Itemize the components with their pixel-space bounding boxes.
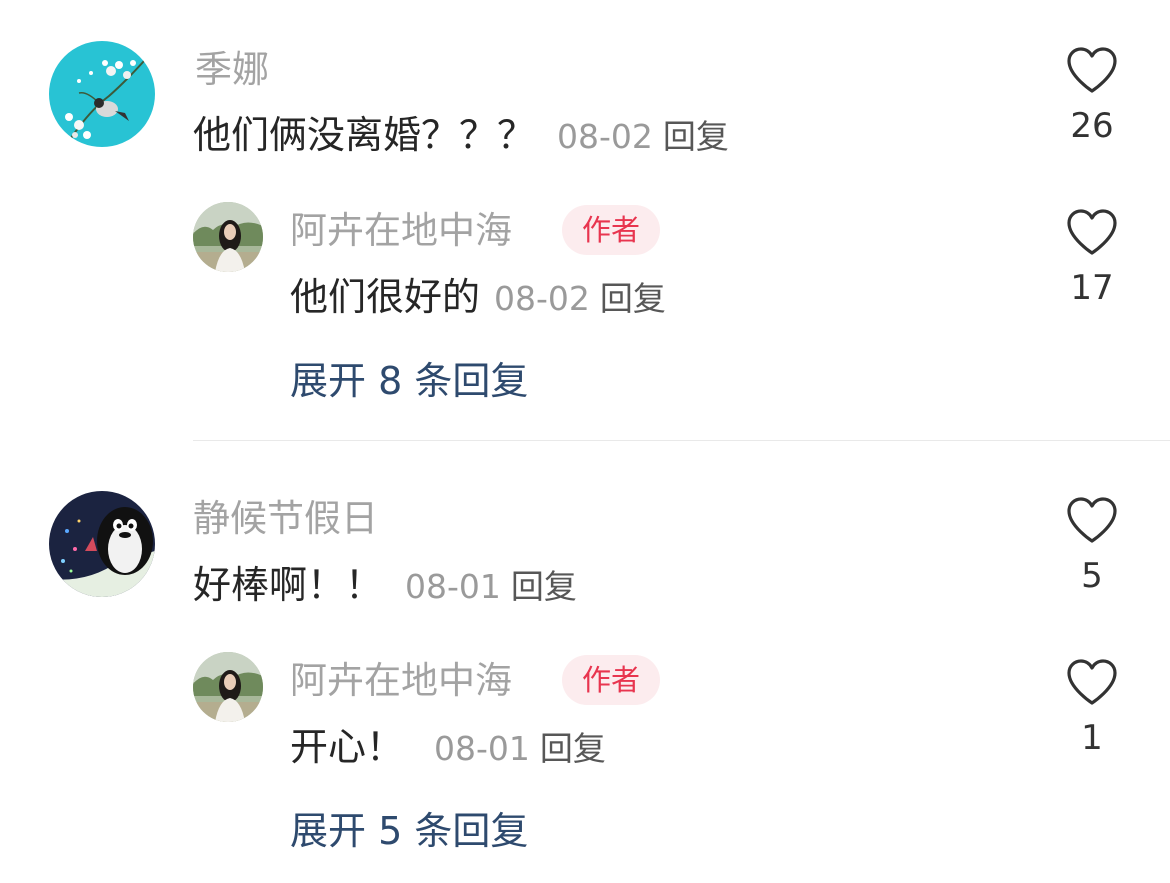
comment-author-name[interactable]: 静候节假日 [193,497,378,541]
reply-button[interactable]: 回复 [511,567,577,606]
user-avatar[interactable] [49,491,155,597]
like-button[interactable]: 1 [1052,658,1132,758]
woman-portrait-avatar [193,652,263,722]
reply-author-name[interactable]: 阿卉在地中海 [290,659,512,703]
heart-icon[interactable] [1066,496,1118,544]
reply-button[interactable]: 回复 [663,117,729,156]
reply-button[interactable]: 回复 [600,279,666,318]
user-avatar[interactable] [193,202,263,272]
woman-portrait-avatar [193,202,263,272]
like-count: 17 [1070,268,1114,308]
like-button[interactable]: 5 [1052,496,1132,596]
like-button[interactable]: 26 [1052,46,1132,146]
author-badge: 作者 [562,655,661,705]
reply-date: 08-02 [494,279,590,318]
like-count: 1 [1081,718,1103,758]
like-button[interactable]: 17 [1052,208,1132,308]
comment-author-name[interactable]: 季娜 [195,48,269,92]
comment-date: 08-01 [405,567,501,606]
expand-replies-link[interactable]: 展开 5 条回复 [290,806,528,856]
reply-button[interactable]: 回复 [540,729,606,768]
comment-body[interactable]: 他们俩没离婚？？？ 08-02 回复 [193,110,729,168]
reply-text: 他们很好的 [290,275,481,319]
heart-icon[interactable] [1066,658,1118,706]
reply-body[interactable]: 他们很好的 08-02 回复 [290,272,666,330]
comment-text: 好棒啊！！ [193,563,384,607]
user-avatar[interactable] [49,41,155,147]
comment-body[interactable]: 好棒啊！！ 08-01 回复 [193,560,577,618]
like-count: 26 [1070,106,1114,146]
author-badge: 作者 [562,205,661,255]
expand-replies-link[interactable]: 展开 8 条回复 [290,356,528,406]
penguin-avatar [49,491,155,597]
comment-date: 08-02 [557,117,653,156]
heart-icon[interactable] [1066,208,1118,256]
heart-icon[interactable] [1066,46,1118,94]
reply-date: 08-01 [434,729,530,768]
reply-author-name[interactable]: 阿卉在地中海 [290,209,512,253]
comment-text: 他们俩没离婚？？？ [193,113,536,157]
bird-on-branch-avatar [49,41,155,147]
user-avatar[interactable] [193,652,263,722]
divider [193,440,1170,441]
reply-body[interactable]: 开心！ 08-01 回复 [290,722,606,780]
like-count: 5 [1081,556,1103,596]
reply-text: 开心！ [290,725,405,769]
